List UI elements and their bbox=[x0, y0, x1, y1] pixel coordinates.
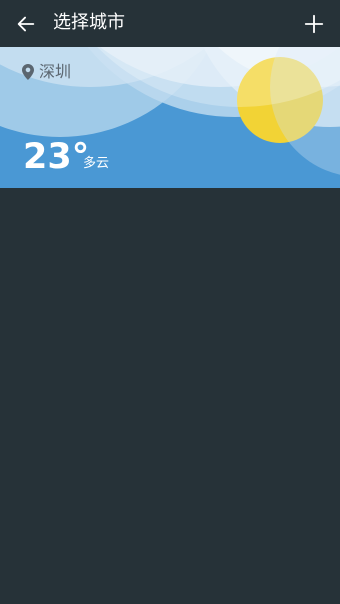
weather-condition: 多云 bbox=[83, 156, 110, 171]
toolbar: 选择城市 bbox=[0, 0, 340, 47]
add-city-button[interactable] bbox=[300, 10, 328, 38]
map-pin-icon bbox=[22, 64, 34, 80]
city-select-screen: 选择城市 深圳 23° 多云 bbox=[0, 0, 340, 604]
back-button[interactable] bbox=[12, 10, 40, 38]
page-title: 选择城市 bbox=[53, 12, 125, 33]
city-name: 深圳 bbox=[39, 62, 72, 81]
city-weather-card[interactable]: 深圳 23° 多云 bbox=[0, 47, 340, 188]
temperature: 23° bbox=[23, 137, 90, 177]
arrow-left-icon bbox=[17, 16, 35, 32]
location: 深圳 bbox=[22, 62, 71, 82]
plus-icon bbox=[304, 14, 324, 34]
